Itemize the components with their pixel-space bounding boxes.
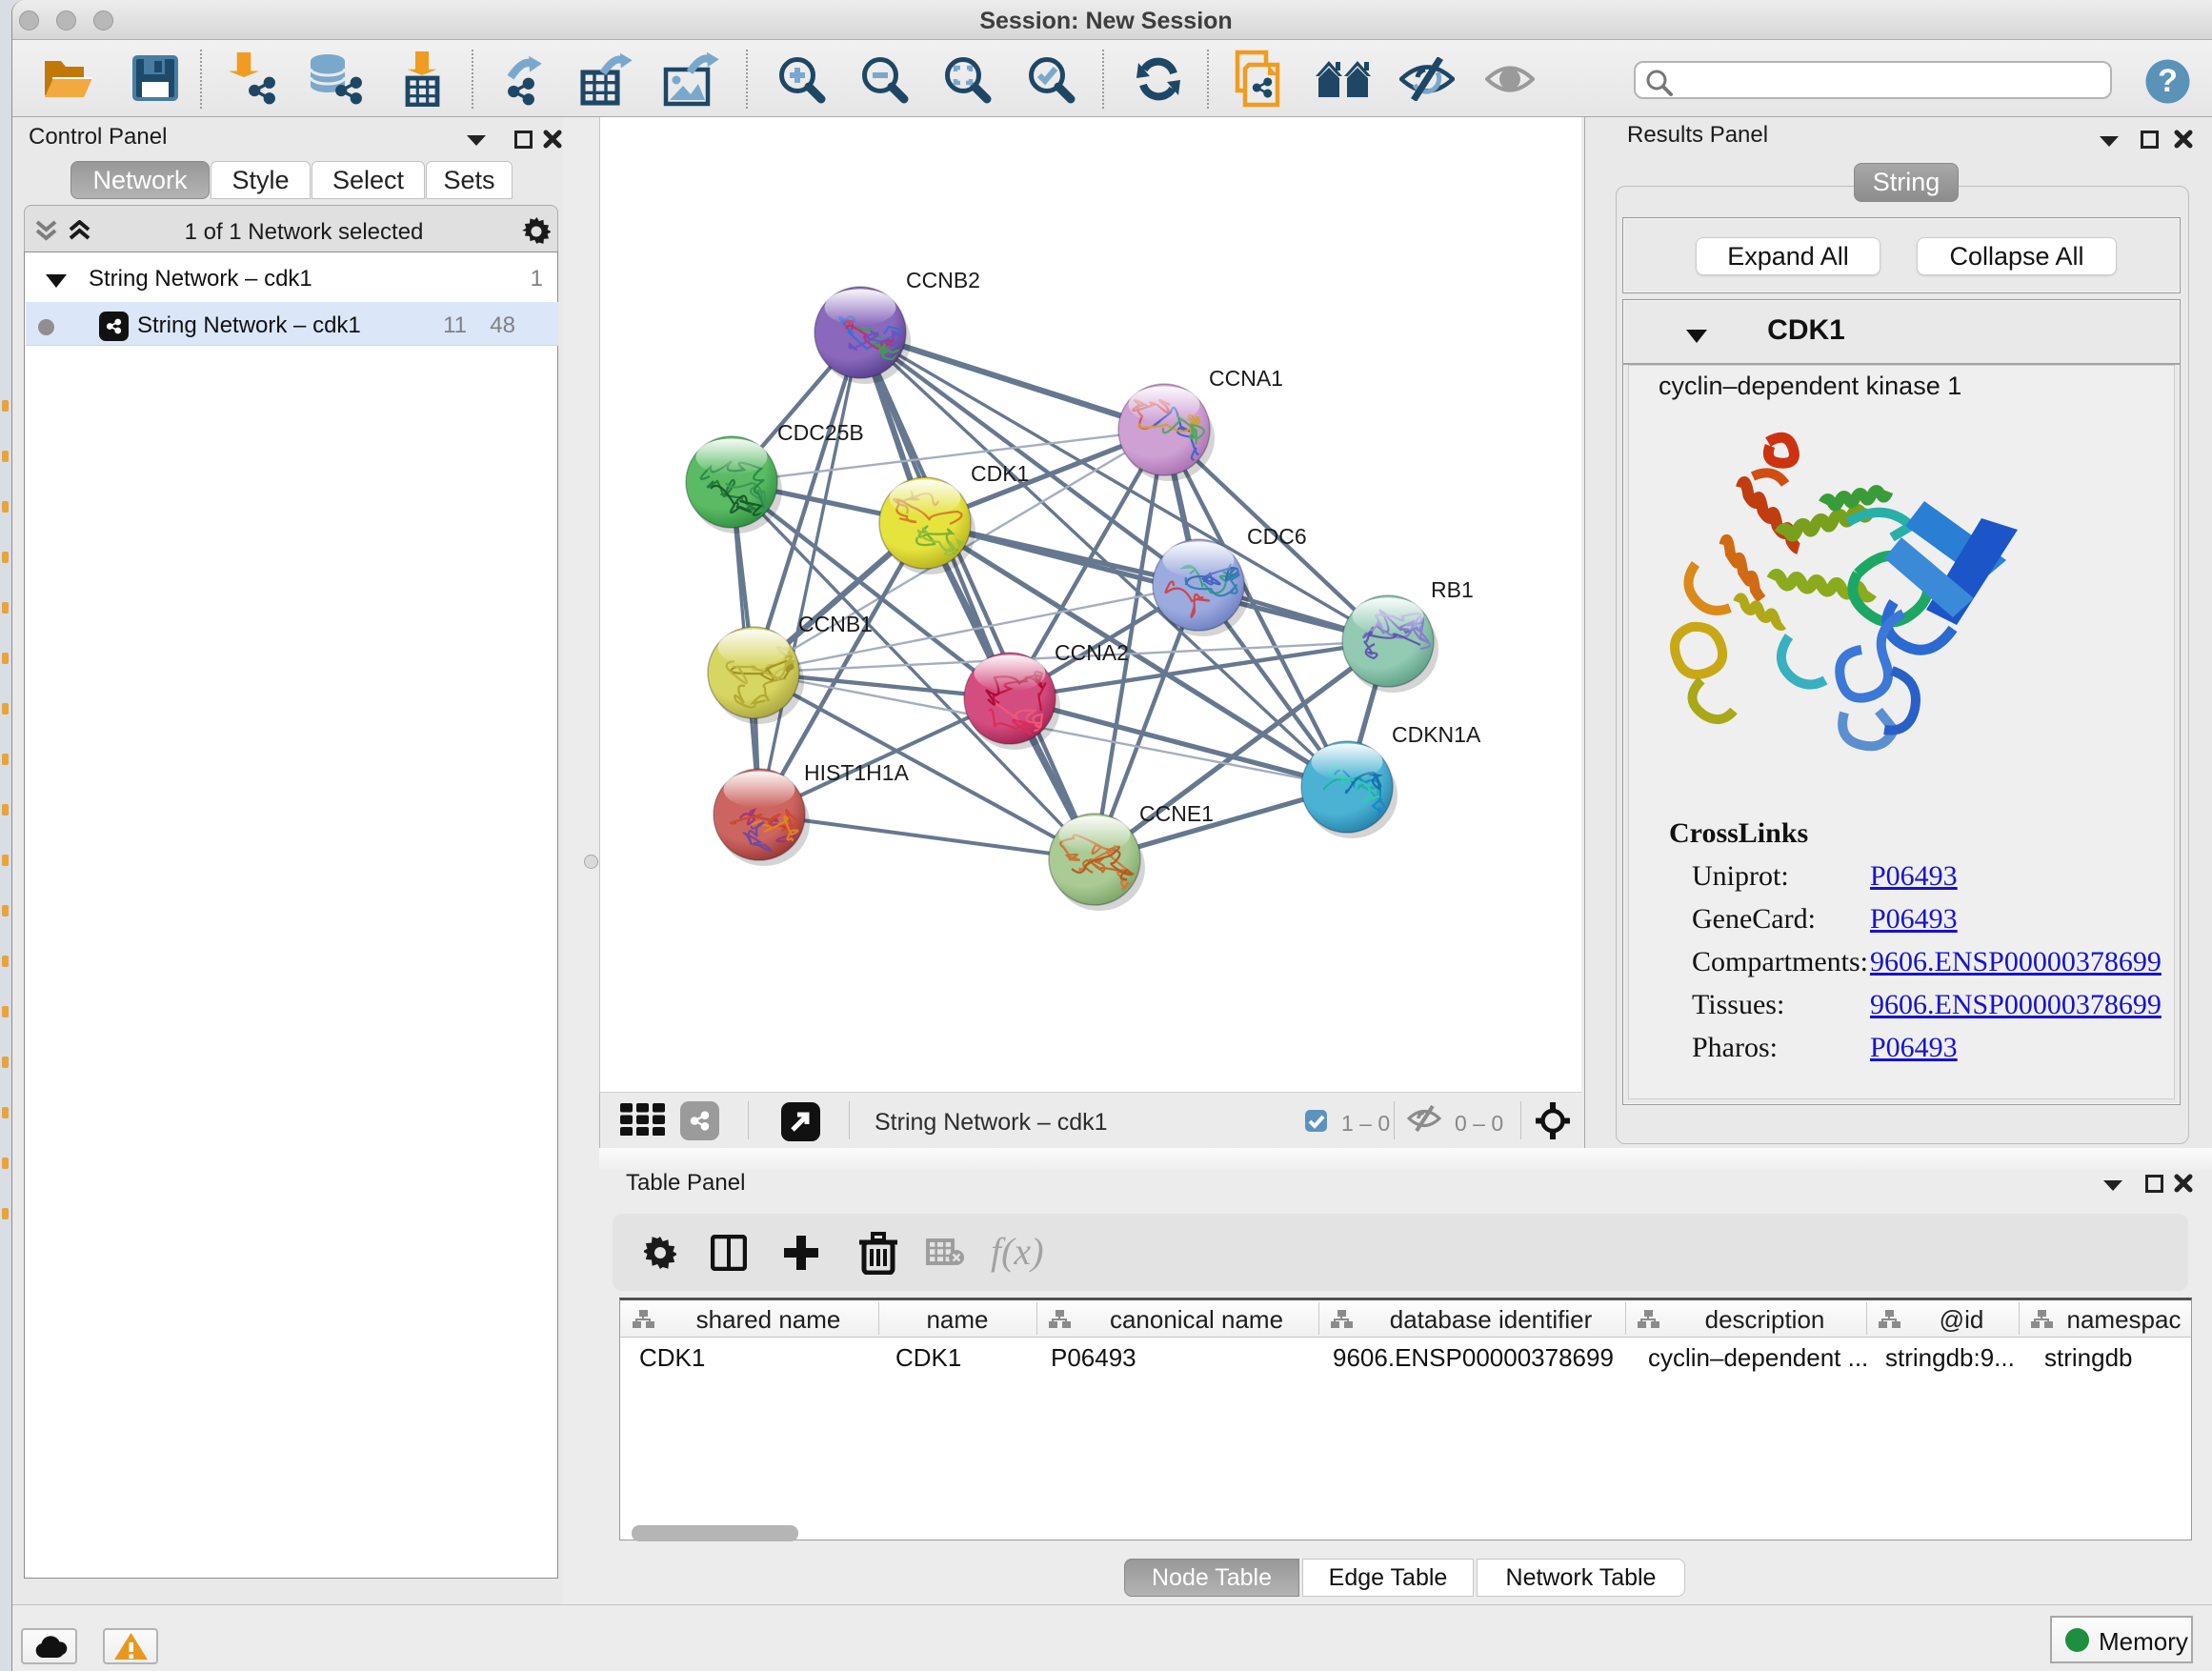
svg-text:?: ?	[2158, 63, 2178, 99]
svg-text:CDC25B: CDC25B	[777, 420, 864, 445]
svg-text:CDK1: CDK1	[971, 461, 1029, 486]
svg-text:HIST1H1A: HIST1H1A	[804, 760, 910, 785]
svg-text:RB1: RB1	[1431, 577, 1474, 602]
svg-text:CCNB1: CCNB1	[798, 612, 873, 636]
svg-text:CCNB2: CCNB2	[906, 268, 980, 292]
svg-text:CCNA2: CCNA2	[1055, 640, 1129, 665]
svg-text:CCNA1: CCNA1	[1209, 366, 1283, 391]
svg-text:CCNE1: CCNE1	[1139, 801, 1214, 826]
svg-text:CDKN1A: CDKN1A	[1392, 722, 1481, 747]
svg-text:CDC6: CDC6	[1247, 524, 1307, 549]
